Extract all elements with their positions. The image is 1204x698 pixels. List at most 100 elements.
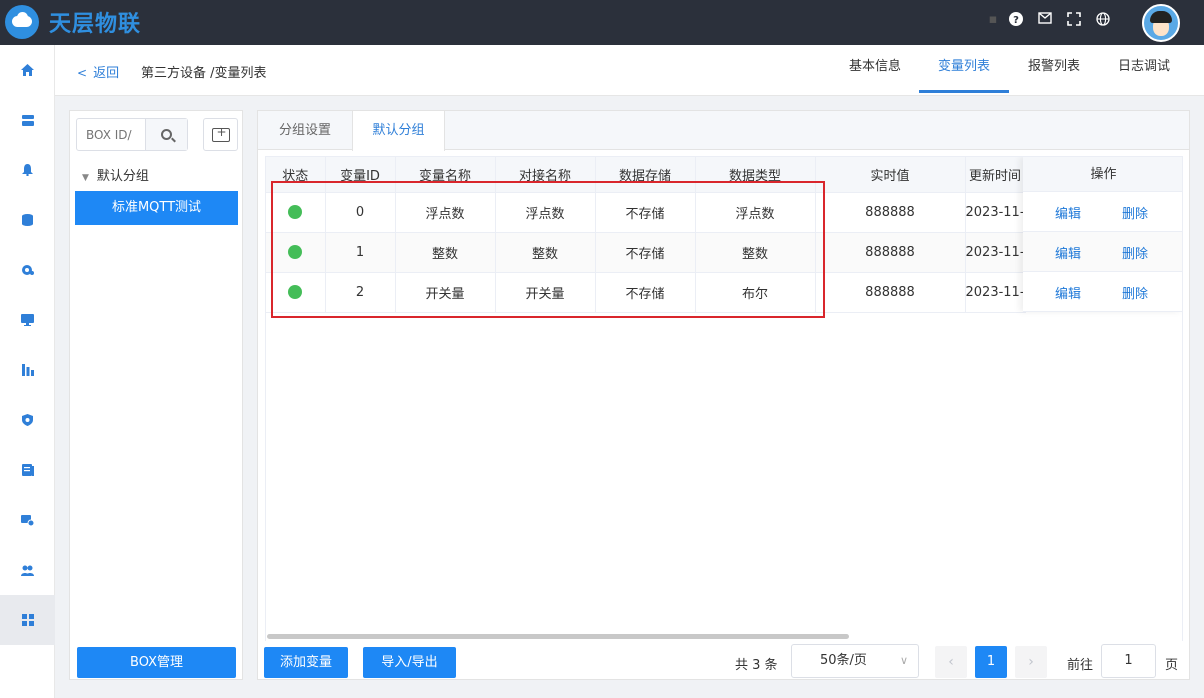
realtime-value-cell: 888888 — [815, 232, 966, 273]
delete-link[interactable]: 删除 — [1122, 283, 1148, 302]
top-bar: 天层物联 ▪ ? — [0, 0, 1204, 45]
avatar[interactable] — [1142, 4, 1180, 42]
chevron-down-icon: ∨ — [899, 654, 908, 667]
update-time-cell: 2023-11- — [965, 192, 1026, 233]
search-icon — [161, 129, 172, 140]
grid-icon[interactable] — [0, 595, 55, 645]
edit-link[interactable]: 编辑 — [1055, 203, 1081, 222]
variable-table: 状态 变量ID 变量名称 对接名称 数据存储 数据类型 实时值 更新时间 0 浮… — [265, 156, 1183, 641]
variable-name-cell: 整数 — [395, 232, 496, 273]
operations-row: 编辑 删除 — [1023, 232, 1182, 272]
square-icon[interactable]: ▪ — [985, 12, 1001, 28]
storage-cell: 不存储 — [595, 192, 696, 233]
device-tree-panel: ▼默认分组 标准MQTT测试 BOX管理 — [69, 110, 243, 680]
realtime-value-cell: 888888 — [815, 192, 966, 233]
operations-row: 编辑 删除 — [1023, 272, 1182, 312]
data-type-cell: 布尔 — [695, 272, 816, 313]
document-icon[interactable] — [0, 445, 55, 495]
settings-icon[interactable] — [0, 245, 55, 295]
col-data-type: 数据类型 — [695, 157, 816, 193]
logo: 天层物联 — [5, 5, 141, 39]
back-link[interactable]: < 返回 — [77, 62, 119, 81]
status-cell — [266, 192, 326, 233]
page-size-select[interactable]: 50条/页 ∨ — [791, 644, 919, 678]
mail-icon[interactable] — [1037, 12, 1053, 28]
storage-cell: 不存储 — [595, 232, 696, 273]
status-cell — [266, 232, 326, 273]
realtime-value-cell: 888888 — [815, 272, 966, 313]
users-icon[interactable] — [0, 545, 55, 595]
logo-text: 天层物联 — [49, 12, 142, 37]
tab-default-group[interactable]: 默认分组 — [352, 111, 445, 151]
fullscreen-icon[interactable] — [1066, 12, 1082, 28]
goto-unit-label: 页 — [1165, 658, 1179, 673]
data-type-cell: 浮点数 — [695, 192, 816, 233]
shield-icon[interactable] — [0, 395, 55, 445]
table-row: 0 浮点数 浮点数 不存储 浮点数 888888 2023-11- — [266, 192, 1026, 233]
variable-id-cell: 2 — [325, 272, 396, 313]
tree-node-selected[interactable]: 标准MQTT测试 — [75, 191, 238, 225]
caret-down-icon: ▼ — [82, 173, 89, 183]
dashboard-icon[interactable] — [0, 95, 55, 145]
horizontal-scrollbar[interactable] — [267, 634, 849, 639]
tab-basic-info[interactable]: 基本信息 — [830, 45, 920, 93]
search-button[interactable] — [145, 119, 187, 150]
back-label: 返回 — [93, 66, 120, 81]
table-row: 2 开关量 开关量 不存储 布尔 888888 2023-11- — [266, 272, 1026, 313]
variable-panel: 分组设置 默认分组 状态 变量ID 变量名称 对接名称 数据存储 数据类型 实时… — [257, 110, 1190, 680]
edit-link[interactable]: 编辑 — [1055, 283, 1081, 302]
box-id-search-input[interactable] — [77, 119, 145, 150]
tab-log-debug[interactable]: 日志调试 — [1099, 45, 1189, 93]
edit-link[interactable]: 编辑 — [1055, 243, 1081, 262]
variable-id-cell: 0 — [325, 192, 396, 233]
chart-icon[interactable] — [0, 345, 55, 395]
device-icon[interactable] — [0, 495, 55, 545]
operations-row: 编辑 删除 — [1023, 192, 1182, 232]
monitor-icon[interactable] — [0, 295, 55, 345]
operations-column: 操作 编辑 删除 编辑 删除 编辑 删除 — [1023, 157, 1182, 312]
box-manage-button[interactable]: BOX管理 — [77, 647, 236, 678]
help-icon[interactable]: ? — [1008, 12, 1024, 28]
delete-link[interactable]: 删除 — [1122, 243, 1148, 262]
dock-name-cell: 整数 — [495, 232, 596, 273]
table-row: 1 整数 整数 不存储 整数 888888 2023-11- — [266, 232, 1026, 273]
status-online-icon — [288, 285, 303, 299]
variable-id-cell: 1 — [325, 232, 396, 273]
variable-name-cell: 浮点数 — [395, 192, 496, 233]
tree-group-default[interactable]: ▼ 默认分组 — [82, 165, 149, 184]
next-page-button[interactable]: › — [1015, 646, 1047, 678]
tab-alarm-list[interactable]: 报警列表 — [1009, 45, 1099, 93]
data-type-cell: 整数 — [695, 232, 816, 273]
database-icon[interactable] — [0, 195, 55, 245]
col-realtime-value: 实时值 — [815, 157, 966, 193]
storage-cell: 不存储 — [595, 272, 696, 313]
group-tabs: 分组设置 默认分组 — [258, 111, 1189, 151]
page-number-current[interactable]: 1 — [975, 646, 1007, 678]
col-variable-id: 变量ID — [325, 157, 396, 193]
tab-group-settings[interactable]: 分组设置 — [258, 111, 352, 150]
total-count: 共 3 条 — [735, 658, 778, 673]
col-operations: 操作 — [1023, 157, 1182, 192]
import-export-button[interactable]: 导入/导出 — [363, 647, 456, 678]
globe-icon[interactable] — [1095, 12, 1111, 28]
update-time-cell: 2023-11- — [965, 232, 1026, 273]
update-time-cell: 2023-11- — [965, 272, 1026, 313]
col-update-time: 更新时间 — [965, 157, 1026, 193]
chevron-left-icon: < — [77, 66, 88, 80]
add-folder-button[interactable] — [203, 118, 238, 151]
home-icon[interactable] — [0, 45, 55, 95]
status-online-icon — [288, 205, 303, 219]
prev-page-button[interactable]: ‹ — [935, 646, 967, 678]
col-storage: 数据存储 — [595, 157, 696, 193]
bell-icon[interactable] — [0, 145, 55, 195]
delete-link[interactable]: 删除 — [1122, 203, 1148, 222]
page-header: < 返回 第三方设备 /变量列表 基本信息 变量列表 报警列表 日志调试 — [55, 45, 1204, 96]
goto-label: 前往 — [1067, 658, 1094, 673]
col-dock-name: 对接名称 — [495, 157, 596, 193]
tab-variable-list[interactable]: 变量列表 — [919, 45, 1009, 93]
status-cell — [266, 272, 326, 313]
dock-name-cell: 开关量 — [495, 272, 596, 313]
add-variable-button[interactable]: 添加变量 — [264, 647, 348, 678]
goto-page-input[interactable]: 1 — [1101, 644, 1156, 678]
folder-plus-icon — [211, 125, 230, 142]
